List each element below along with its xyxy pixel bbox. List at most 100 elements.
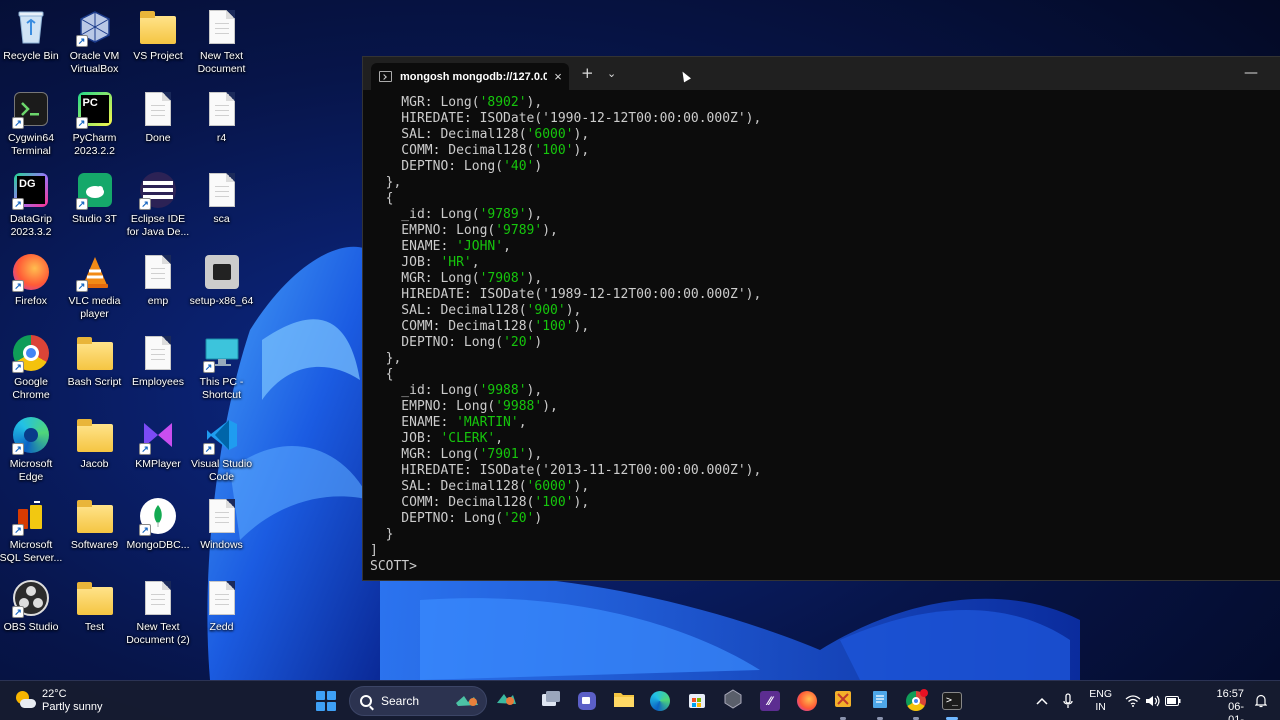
terminal-output[interactable]: MGR: Long('8902'), HIREDATE: ISODate('19… bbox=[370, 95, 1270, 580]
partly-sunny-icon bbox=[14, 690, 36, 712]
desktop-icon-kmplayer[interactable]: ↗ KMPlayer bbox=[126, 413, 190, 471]
taskbar-teams-meet-button[interactable] bbox=[575, 689, 599, 713]
tab-title: mongosh mongodb://127.0.0. bbox=[400, 70, 547, 83]
weather-widget[interactable]: 22°C Partly sunny bbox=[14, 688, 103, 714]
desktop-icon-cygwin64-terminal[interactable]: ↗ Cygwin64 Terminal bbox=[0, 87, 63, 158]
desktop-icon-test[interactable]: Test bbox=[63, 576, 127, 634]
taskbar-terminal-button[interactable]: >_ bbox=[940, 689, 964, 720]
desktop-icon-sca[interactable]: sca bbox=[190, 168, 254, 226]
terminal-line: }, bbox=[370, 175, 1270, 191]
taskbar-snipping-tool-button[interactable] bbox=[831, 689, 855, 720]
show-hidden-icons-icon[interactable] bbox=[1032, 681, 1052, 720]
desktop-icon-software9[interactable]: Software9 bbox=[63, 494, 127, 552]
taskbar-edge-button[interactable] bbox=[648, 689, 672, 713]
taskbar-firefox-button[interactable] bbox=[795, 689, 819, 713]
search-box[interactable]: Search bbox=[349, 686, 487, 716]
taskbar-notepad-button[interactable] bbox=[868, 689, 892, 720]
desktop-icon-label: PyCharm 2023.2.2 bbox=[72, 131, 117, 157]
desktop-icon-this-pc-shortcut[interactable]: ↗ This PC - Shortcut bbox=[190, 331, 254, 402]
desktop-icon-visual-studio-code[interactable]: ↗ Visual Studio Code bbox=[190, 413, 254, 484]
desktop-icon-jacob[interactable]: Jacob bbox=[63, 413, 127, 471]
search-icon bbox=[360, 695, 372, 707]
desktop-icon-setup-x86-64[interactable]: setup-x86_64 bbox=[190, 250, 254, 308]
terminal-title-bar[interactable]: mongosh mongodb://127.0.0. × + ⌄ — bbox=[363, 57, 1280, 90]
desktop-icon-employees[interactable]: Employees bbox=[126, 331, 190, 389]
code-text: { bbox=[370, 367, 394, 382]
shortcut-arrow-icon: ↗ bbox=[12, 198, 24, 210]
taskbar-widgets-button[interactable] bbox=[494, 689, 518, 713]
desktop-icon-recycle-bin[interactable]: Recycle Bin bbox=[0, 5, 63, 63]
desktop-icon-r4[interactable]: r4 bbox=[190, 87, 254, 145]
code-text: JOB: bbox=[370, 431, 441, 446]
desktop-icon-microsoft-sql-server[interactable]: ↗ Microsoft SQL Server... bbox=[0, 494, 63, 565]
desktop-icon-done[interactable]: Done bbox=[126, 87, 190, 145]
volume-icon[interactable] bbox=[1144, 681, 1162, 720]
desktop-icon-new-text-document[interactable]: New Text Document bbox=[190, 5, 254, 76]
this-pc-icon: ↗ bbox=[202, 333, 241, 373]
desktop-icon-microsoft-edge[interactable]: ↗ Microsoft Edge bbox=[0, 413, 63, 484]
desktop-icon-label: Done bbox=[145, 131, 171, 144]
close-tab-icon[interactable]: × bbox=[547, 69, 569, 84]
terminal-line: JOB: 'HR', bbox=[370, 255, 1270, 271]
code-text: ), bbox=[573, 143, 590, 158]
desktop-icon-new-text-document-2[interactable]: New Text Document (2) bbox=[126, 576, 190, 647]
code-text: _id: Long( bbox=[370, 207, 480, 222]
desktop-icon-label: Studio 3T bbox=[72, 213, 117, 225]
taskbar-visual-studio-button[interactable]: ⁄⁄ bbox=[758, 689, 782, 713]
taskbar-file-explorer-button[interactable] bbox=[612, 689, 636, 713]
desktop-icon-studio-3t[interactable]: ↗ Studio 3T bbox=[63, 168, 127, 226]
code-text: ), bbox=[565, 303, 582, 318]
code-text: SAL: Decimal128( bbox=[370, 479, 527, 494]
desktop-icon-datagrip-2023-3-2[interactable]: DG ↗ DataGrip 2023.3.2 bbox=[0, 168, 63, 239]
taskbar-chrome-button[interactable] bbox=[904, 689, 928, 720]
code-text: HIREDATE: ISODate('1989-12-12T00:00:00.0… bbox=[370, 287, 762, 302]
terminal-line: MGR: Long('8902'), bbox=[370, 95, 1270, 111]
string-literal: '8902' bbox=[479, 95, 527, 110]
desktop-icon-google-chrome[interactable]: ↗ Google Chrome bbox=[0, 331, 63, 402]
folder-icon bbox=[76, 496, 114, 536]
tab-dropdown-icon[interactable]: ⌄ bbox=[607, 66, 616, 82]
language-indicator[interactable]: ENG IN bbox=[1089, 688, 1112, 714]
taskbar-obs-studio-button[interactable] bbox=[721, 688, 745, 713]
new-tab-button[interactable]: + bbox=[581, 65, 594, 81]
desktop-icon-zedd[interactable]: Zedd bbox=[190, 576, 254, 634]
desktop-icon-vs-project[interactable]: VS Project bbox=[126, 5, 190, 63]
code-text: SCOTT> bbox=[370, 559, 425, 574]
desktop-icon-firefox[interactable]: ↗ Firefox bbox=[0, 250, 63, 308]
desktop-icon-pycharm-2023-2-2[interactable]: PC ↗ PyCharm 2023.2.2 bbox=[63, 87, 127, 158]
clock[interactable]: 16:57 06-01-2024 bbox=[1216, 688, 1244, 720]
code-text: ENAME: bbox=[370, 415, 457, 430]
terminal-tab[interactable]: mongosh mongodb://127.0.0. × bbox=[371, 63, 569, 90]
string-literal: '7908' bbox=[479, 271, 527, 286]
desktop-icon-bash-script[interactable]: Bash Script bbox=[63, 331, 127, 389]
microphone-icon[interactable] bbox=[1058, 681, 1078, 720]
desktop-icon-eclipse-ide-for-java-de[interactable]: ↗ Eclipse IDE for Java De... bbox=[126, 168, 190, 239]
terminal-line: SAL: Decimal128('900'), bbox=[370, 303, 1270, 319]
weather-temperature: 22°C bbox=[42, 688, 67, 700]
string-literal: '20' bbox=[503, 511, 535, 526]
taskbar-microsoft-store-button[interactable] bbox=[685, 689, 709, 713]
minimize-button[interactable]: — bbox=[1244, 65, 1258, 81]
code-text: ), bbox=[573, 479, 590, 494]
code-text: DEPTNO: Long( bbox=[370, 511, 504, 526]
desktop-icon-obs-studio[interactable]: ↗ OBS Studio bbox=[0, 576, 63, 634]
code-text: }, bbox=[370, 175, 402, 190]
terminal-line: SAL: Decimal128('6000'), bbox=[370, 479, 1270, 495]
terminal-window[interactable]: mongosh mongodb://127.0.0. × + ⌄ — MGR: … bbox=[362, 56, 1280, 581]
desktop-icon-windows[interactable]: Windows bbox=[190, 494, 254, 552]
wifi-icon[interactable] bbox=[1124, 681, 1142, 720]
desktop-icon-label: Zedd bbox=[209, 620, 234, 633]
desktop-icon-oracle-vm-virtualbox[interactable]: ↗ Oracle VM VirtualBox bbox=[63, 5, 127, 76]
desktop-icon-mongodbc[interactable]: ↗ MongoDBC... bbox=[126, 494, 190, 552]
desktop-icon-label: sca bbox=[213, 213, 230, 225]
desktop-icon-vlc-media-player[interactable]: ↗ VLC media player bbox=[63, 250, 127, 321]
start-button[interactable] bbox=[316, 691, 336, 711]
desktop-icon-emp[interactable]: emp bbox=[126, 250, 190, 308]
text-document-icon bbox=[203, 170, 241, 210]
notification-bell-icon[interactable] bbox=[1252, 681, 1270, 720]
taskbar-task-view-button[interactable] bbox=[539, 689, 563, 713]
folder-icon bbox=[76, 578, 114, 618]
battery-icon[interactable] bbox=[1164, 681, 1182, 720]
taskbar: 22°C Partly sunny Search ⁄⁄ >_ ENG IN 16: bbox=[0, 680, 1280, 720]
code-text: COMM: Decimal128( bbox=[370, 143, 535, 158]
